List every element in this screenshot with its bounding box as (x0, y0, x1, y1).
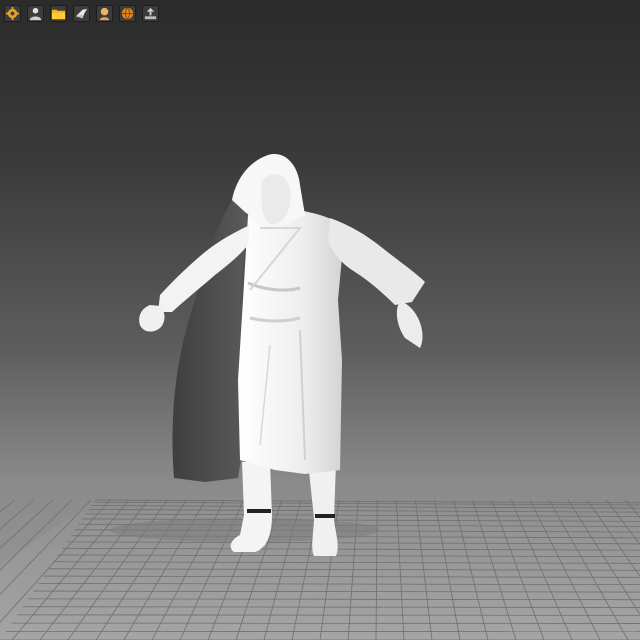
character-model[interactable] (139, 154, 425, 556)
coat-body (238, 209, 345, 475)
export-button[interactable] (142, 4, 159, 22)
export-icon (144, 7, 157, 19)
gear-icon (5, 6, 20, 20)
right-arm (328, 218, 425, 305)
avatar-button[interactable] (96, 4, 113, 22)
right-hand (396, 302, 423, 348)
viewport-toolbar (4, 3, 159, 23)
left-hand (139, 305, 165, 332)
folder-icon (51, 9, 66, 19)
user-icon (29, 7, 42, 20)
character-button[interactable] (27, 4, 44, 22)
globe-icon (121, 7, 134, 19)
folder-button[interactable] (50, 4, 67, 22)
bird-icon (75, 8, 88, 18)
settings-button[interactable] (4, 4, 21, 22)
environment-button[interactable] (119, 4, 136, 22)
avatar-icon (99, 7, 110, 20)
3d-viewport[interactable] (0, 0, 640, 640)
animation-button[interactable] (73, 4, 90, 22)
